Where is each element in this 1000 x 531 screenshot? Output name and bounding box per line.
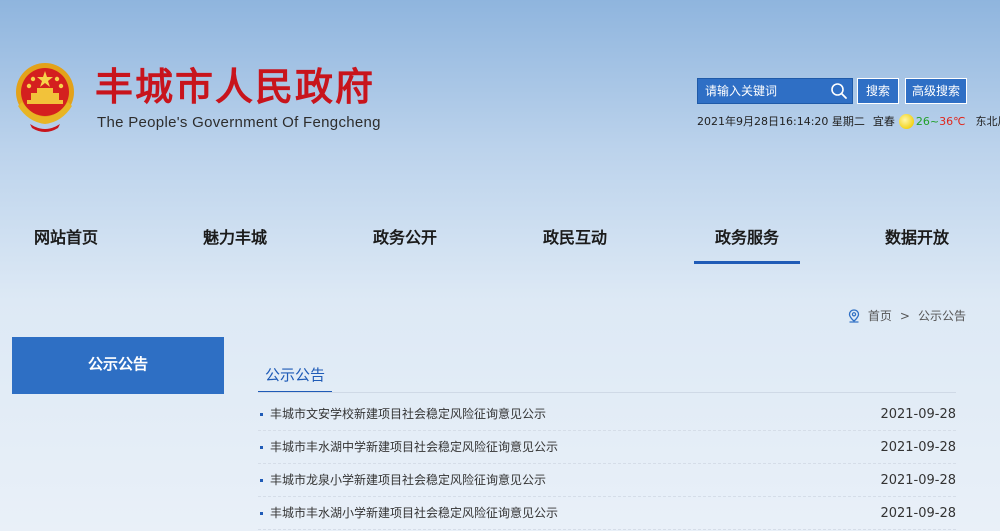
section-title: 公示公告 (258, 361, 333, 393)
nav-item-government-affairs-open[interactable]: 政务公开 (373, 214, 437, 264)
date-weather-bar: 2021年9月28日16:14:20 星期二 宜春 26~36℃ 东北风 » (697, 113, 1000, 129)
nav-item-charm-fengcheng[interactable]: 魅力丰城 (203, 214, 267, 264)
nav-item-home[interactable]: 网站首页 (34, 214, 98, 264)
sidebar-tab-announcements[interactable]: 公示公告 (12, 337, 224, 394)
bullet-icon (260, 512, 263, 515)
search-box (697, 78, 853, 104)
list-item-title[interactable]: 丰城市文安学校新建项目社会稳定风险征询意见公示 (270, 398, 546, 431)
list-item-title[interactable]: 丰城市丰水湖中学新建项目社会稳定风险征询意见公示 (270, 431, 558, 464)
breadcrumb-home-link[interactable]: 首页 (868, 307, 892, 324)
national-emblem-icon (16, 63, 74, 132)
nav-item-interaction[interactable]: 政民互动 (543, 214, 607, 264)
list-item-date: 2021-09-28 (880, 440, 956, 455)
nav-item-data-open[interactable]: 数据开放 (885, 214, 949, 264)
site-title-en: The People's Government Of Fengcheng (97, 114, 381, 131)
bullet-icon (260, 446, 263, 449)
list-item-title[interactable]: 丰城市丰水湖小学新建项目社会稳定风险征询意见公示 (270, 497, 558, 530)
temp-low: 26 (915, 114, 930, 128)
list-item-date: 2021-09-28 (880, 407, 956, 422)
list-item-date: 2021-09-28 (880, 473, 956, 488)
site-header: 丰城市人民政府 The People's Government Of Fengc… (0, 0, 1000, 190)
search-button[interactable]: 搜索 (857, 78, 899, 104)
advanced-search-button[interactable]: 高级搜索 (905, 78, 967, 104)
temp-separator: ~ (929, 114, 940, 128)
list-item[interactable]: 丰城市丰水湖中学新建项目社会稳定风险征询意见公示 2021-09-28 (258, 431, 956, 464)
current-datetime: 2021年9月28日16:14:20 星期二 (697, 115, 865, 128)
bullet-icon (260, 479, 263, 482)
nav-item-government-services[interactable]: 政务服务 (694, 214, 800, 264)
weather-city: 宜春 (872, 115, 895, 128)
list-item[interactable]: 丰城市丰水湖小学新建项目社会稳定风险征询意见公示 2021-09-28 (258, 497, 956, 530)
location-pin-icon (848, 308, 860, 323)
wind-direction: 东北风 (975, 115, 1000, 128)
section-divider (258, 392, 956, 393)
sun-icon (898, 113, 914, 129)
list-item[interactable]: 丰城市龙泉小学新建项目社会稳定风险征询意见公示 2021-09-28 (258, 464, 956, 497)
breadcrumb-current[interactable]: 公示公告 (918, 307, 966, 324)
list-item-title[interactable]: 丰城市龙泉小学新建项目社会稳定风险征询意见公示 (270, 464, 546, 497)
list-item-date: 2021-09-28 (880, 506, 956, 521)
list-item[interactable]: 丰城市文安学校新建项目社会稳定风险征询意见公示 2021-09-28 (258, 398, 956, 431)
search-icon[interactable] (830, 82, 848, 100)
temp-high: 36℃ (939, 114, 966, 128)
breadcrumb-separator: > (899, 308, 910, 323)
site-title-cn[interactable]: 丰城市人民政府 (95, 64, 375, 110)
bullet-icon (260, 413, 263, 416)
search-input[interactable] (698, 79, 828, 103)
breadcrumb: 首页 > 公示公告 (847, 307, 966, 324)
announcement-list: 丰城市文安学校新建项目社会稳定风险征询意见公示 2021-09-28 丰城市丰水… (258, 398, 956, 530)
main-nav: 网站首页 魅力丰城 政务公开 政民互动 政务服务 数据开放 (0, 214, 1000, 264)
